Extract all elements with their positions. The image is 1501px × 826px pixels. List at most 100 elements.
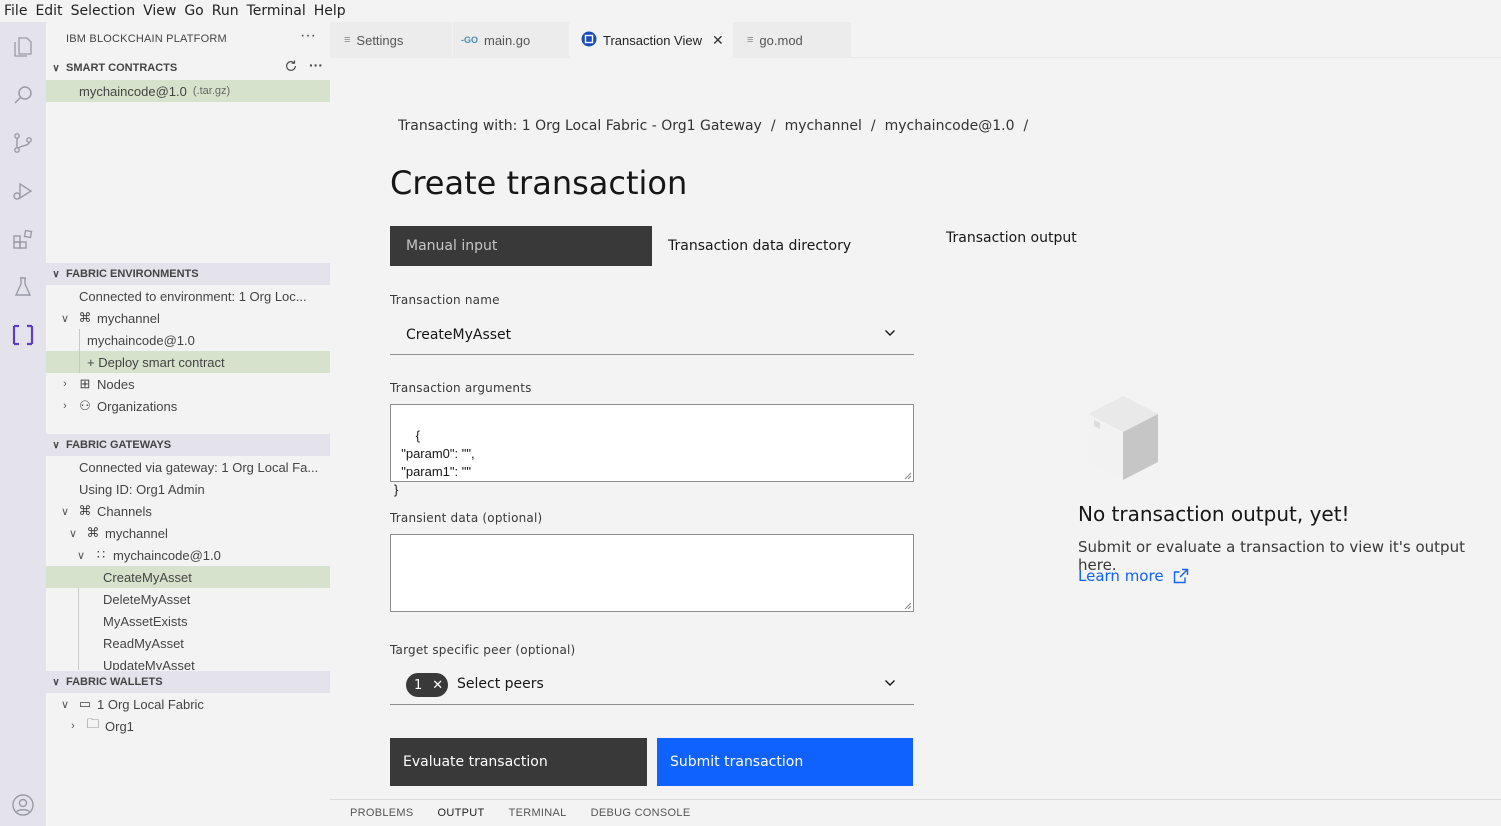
sidebar-item-smart-contract[interactable]: mychaincode@1.0 (.tar.gz) — [46, 80, 330, 102]
breadcrumb-gateway[interactable]: Transacting with: 1 Org Local Fabric - O… — [398, 118, 762, 134]
resize-handle-icon[interactable] — [904, 602, 912, 610]
chaincode-icon: ∷ — [96, 547, 106, 562]
transaction-arguments-value: { "param0": "", "param1": "" } — [394, 428, 475, 497]
breadcrumb-separator: / — [1023, 118, 1029, 134]
transaction-label: MyAssetExists — [103, 613, 188, 629]
section-fabric-wallets[interactable]: ∨ FABRIC WALLETS — [46, 671, 330, 693]
chevron-down-icon: ∨ — [60, 505, 70, 518]
submit-transaction-button[interactable]: Submit transaction — [657, 738, 913, 786]
transaction-label: DeleteMyAsset — [103, 591, 191, 607]
menu-selection[interactable]: Selection — [71, 3, 136, 19]
section-fabric-environments[interactable]: ∨ FABRIC ENVIRONMENTS — [46, 263, 330, 285]
source-control-icon[interactable] — [11, 131, 35, 155]
gateway-channel[interactable]: ∨ ⌘ mychannel — [46, 522, 330, 544]
chevron-down-icon: ∨ — [52, 268, 60, 280]
gateway-channels[interactable]: ∨ ⌘ Channels — [46, 500, 330, 522]
tab-settings[interactable]: ≡ Settings — [330, 22, 452, 58]
environment-nodes[interactable]: › ⊞ Nodes — [46, 373, 330, 395]
tab-transaction-view[interactable]: Transaction View ✕ — [570, 22, 732, 58]
transaction-item[interactable]: UpdateMyAsset — [46, 654, 330, 670]
target-peer-select[interactable]: 1 ✕ Select peers — [390, 665, 914, 705]
selected-peers-tag[interactable]: 1 ✕ — [406, 673, 448, 697]
empty-state-title: No transaction output, yet! — [1078, 502, 1350, 526]
section-fabric-environments-label: FABRIC ENVIRONMENTS — [66, 268, 199, 280]
gateway-channels-label: Channels — [97, 503, 152, 519]
transient-data-input[interactable] — [390, 534, 914, 612]
folder-icon: 🗀 — [86, 716, 100, 731]
transaction-item[interactable]: DeleteMyAsset — [46, 588, 330, 610]
panel-tab-problems[interactable]: PROBLEMS — [350, 807, 414, 819]
chevron-down-icon — [885, 330, 895, 336]
transaction-item[interactable]: CreateMyAsset — [46, 566, 330, 588]
testing-icon[interactable] — [11, 275, 35, 299]
section-fabric-gateways[interactable]: ∨ FABRIC GATEWAYS — [46, 434, 330, 456]
sidebar-more-icon[interactable]: ··· — [300, 27, 316, 45]
transaction-arguments-input[interactable]: { "param0": "", "param1": "" } — [390, 404, 914, 497]
environment-connected[interactable]: Connected to environment: 1 Org Loc... — [46, 285, 330, 307]
tree-guide — [79, 329, 80, 373]
search-icon[interactable] — [11, 83, 35, 107]
empty-box-illustration — [1088, 396, 1158, 484]
environment-channel[interactable]: ∨ ⌘ mychannel — [46, 307, 330, 329]
wallet-org[interactable]: › 🗀 Org1 — [46, 715, 330, 737]
close-icon[interactable]: ✕ — [712, 32, 724, 49]
evaluate-transaction-button[interactable]: Evaluate transaction — [390, 738, 647, 786]
environment-chaincode[interactable]: mychaincode@1.0 — [46, 329, 330, 351]
wallet-item[interactable]: ∨ ▭ 1 Org Local Fabric — [46, 693, 330, 715]
tab-go-mod[interactable]: ≡ go.mod — [733, 22, 851, 58]
breadcrumb-chaincode[interactable]: mychaincode@1.0 — [885, 118, 1015, 134]
target-peer-label: Target specific peer (optional) — [390, 643, 576, 657]
chevron-down-icon: ∨ — [68, 527, 78, 540]
chevron-down-icon — [885, 680, 895, 686]
tab-main-go[interactable]: -GO main.go — [453, 22, 569, 58]
environment-organizations[interactable]: › ⚇ Organizations — [46, 395, 330, 417]
breadcrumb-channel[interactable]: mychannel — [785, 118, 862, 134]
menu-terminal[interactable]: Terminal — [247, 3, 306, 19]
menu-view[interactable]: View — [143, 3, 176, 19]
run-debug-icon[interactable] — [11, 179, 35, 203]
transaction-name-value: CreateMyAsset — [406, 326, 512, 343]
wallet-org-label: Org1 — [105, 718, 134, 734]
smart-contract-suffix: (.tar.gz) — [192, 85, 231, 97]
menu-go[interactable]: Go — [184, 3, 203, 19]
selected-peers-count: 1 — [414, 677, 423, 693]
menu-file[interactable]: File — [4, 3, 27, 19]
transaction-item[interactable]: ReadMyAsset — [46, 632, 330, 654]
more-actions-icon[interactable]: ··· — [309, 57, 323, 73]
sidebar: IBM BLOCKCHAIN PLATFORM ··· ∨ SMART CONT… — [46, 22, 330, 826]
account-icon[interactable] — [11, 793, 35, 817]
deploy-smart-contract-label: + Deploy smart contract — [87, 354, 225, 370]
gateway-chaincode[interactable]: ∨ ∷ mychaincode@1.0 — [46, 544, 330, 566]
environment-organizations-label: Organizations — [97, 398, 178, 414]
menu-bar: File Edit Selection View Go Run Terminal… — [0, 0, 1501, 22]
chevron-right-icon: › — [63, 400, 67, 412]
learn-more-link[interactable]: Learn more — [1078, 567, 1189, 585]
channel-icon: ⌘ — [86, 525, 100, 540]
menu-help[interactable]: Help — [314, 3, 346, 19]
refresh-icon[interactable] — [284, 59, 298, 76]
chevron-down-icon: ∨ — [76, 549, 86, 562]
laptop-icon: ▭ — [78, 696, 92, 711]
section-smart-contracts[interactable]: ∨ SMART CONTRACTS ··· — [46, 57, 330, 79]
transaction-name-select[interactable]: CreateMyAsset — [390, 315, 914, 355]
file-icon: ≡ — [344, 34, 351, 46]
extensions-icon[interactable] — [11, 227, 35, 251]
clear-selection-icon[interactable]: ✕ — [432, 678, 443, 693]
switch-transaction-data-directory[interactable]: Transaction data directory — [652, 226, 914, 266]
gateway-identity[interactable]: Using ID: Org1 Admin — [46, 478, 330, 500]
menu-edit[interactable]: Edit — [35, 3, 62, 19]
gateway-identity-label: Using ID: Org1 Admin — [79, 481, 205, 497]
menu-run[interactable]: Run — [212, 3, 239, 19]
gateway-connected[interactable]: Connected via gateway: 1 Org Local Fa... — [46, 456, 330, 478]
resize-handle-icon[interactable] — [904, 472, 912, 480]
gateway-chaincode-label: mychaincode@1.0 — [113, 547, 221, 563]
explorer-icon[interactable] — [11, 35, 35, 59]
go-file-icon: -GO — [461, 35, 478, 45]
panel-tab-output[interactable]: OUTPUT — [438, 807, 485, 819]
switch-manual-input[interactable]: Manual input — [390, 226, 652, 266]
blockchain-icon[interactable] — [11, 323, 35, 347]
deploy-smart-contract[interactable]: + Deploy smart contract — [46, 351, 330, 373]
panel-tab-terminal[interactable]: TERMINAL — [509, 807, 567, 819]
transaction-item[interactable]: MyAssetExists — [46, 610, 330, 632]
panel-tab-debug-console[interactable]: DEBUG CONSOLE — [591, 807, 691, 819]
